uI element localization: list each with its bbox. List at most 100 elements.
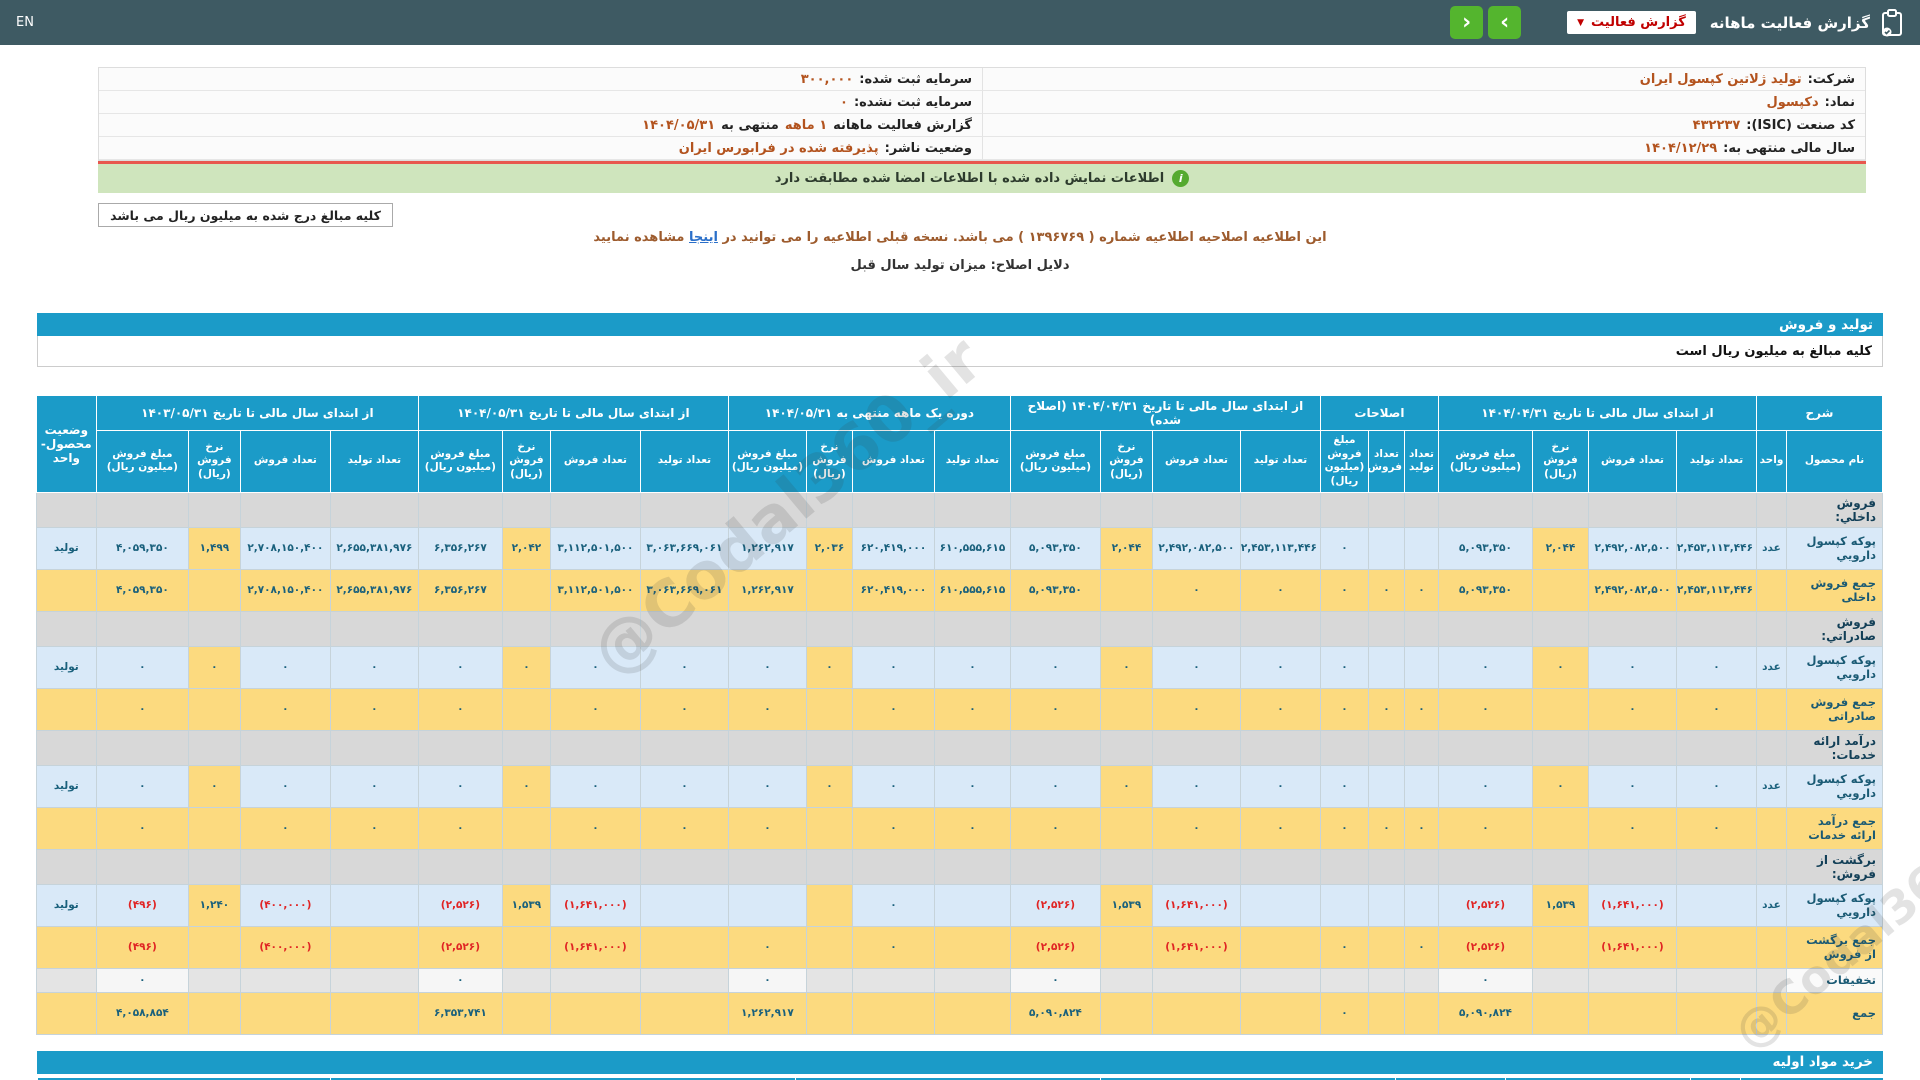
table-cell — [417, 610, 503, 647]
table-cell: ۰ — [417, 645, 503, 689]
amounts-unit-box: کلیه مبالغ درج شده به میلیون ریال می باش… — [98, 203, 393, 227]
table-cell — [187, 491, 241, 528]
product-status-cell — [35, 610, 97, 647]
info-label: وضعیت ناشر: — [884, 140, 972, 156]
table-cell: ۵,۰۹۳,۳۵۰ — [1437, 526, 1533, 570]
table-cell — [933, 883, 1011, 927]
table-cell — [933, 848, 1011, 885]
table-cell: ۰ — [1099, 645, 1153, 689]
table-cell — [805, 729, 853, 766]
table-cell — [1239, 967, 1321, 993]
table-cell — [1367, 848, 1405, 885]
table-cell — [1531, 967, 1589, 993]
table-cell — [1531, 729, 1589, 766]
table-cell — [1319, 729, 1369, 766]
table-cell — [805, 883, 853, 927]
table-cell: ۳,۱۱۲,۵۰۱,۵۰۰ — [549, 526, 641, 570]
table-row: پوکه کپسول دارويي عدد ۰ ۰ ۰ ۰ ۰ ۰ ۰ ۰ ۰ ۰ ۰ ۰ ۰ ۰ ۰ ۰ ۰ ۰ ۰ ۰… — [35, 645, 1883, 689]
report-type-label: گزارش فعالیت — [1591, 15, 1686, 30]
column-group-header: وضعیت محصول-واحد — [35, 395, 97, 493]
info-value: ۱ ماهه — [784, 117, 828, 133]
info-label: نماد: — [1824, 94, 1855, 110]
table-cell: (۱,۶۴۱,۰۰۰) — [1587, 883, 1677, 927]
table-cell: ۰ — [933, 806, 1011, 850]
column-group-header: از ابتدای سال مالی تا تاریخ ۱۴۰۳/۰۵/۳۱ — [95, 395, 419, 431]
table-cell — [639, 491, 729, 528]
table-row: پوکه کپسول دارويي عدد ۲,۴۵۳,۱۱۳,۴۴۶ ۲,۴۹۲,۰… — [35, 526, 1883, 570]
table-cell — [1151, 729, 1241, 766]
table-cell — [851, 848, 935, 885]
product-status-cell — [35, 729, 97, 766]
table-cell — [187, 568, 241, 612]
signature-notice-text: اطلاعات نمایش داده شده با اطلاعات امضا ش… — [774, 171, 1165, 186]
table-cell: ۰ — [501, 645, 551, 689]
next-report-button[interactable]: › — [1488, 6, 1522, 39]
table-cell — [639, 991, 729, 1035]
language-toggle-en[interactable]: EN — [16, 15, 34, 30]
table-cell: ۰ — [549, 645, 641, 689]
table-cell: ۶۲۰,۴۱۹,۰۰۰ — [851, 568, 935, 612]
table-cell — [1367, 526, 1405, 570]
info-right-cell: سال مالی منتهی به: ۱۴۰۴/۱۲/۲۹ — [982, 137, 1865, 160]
table-cell — [1151, 491, 1241, 528]
table-cell — [549, 967, 641, 993]
table-cell: (۲,۵۲۶) — [417, 925, 503, 969]
report-type-dropdown[interactable]: گزارش فعالیت ▼ — [1567, 11, 1696, 34]
table-cell — [1151, 610, 1241, 647]
product-status-cell: تولید — [35, 526, 97, 570]
info-right-cell: شرکت: تولید ژلاتین کپسول ایران — [982, 68, 1865, 91]
table-cell — [1403, 526, 1439, 570]
table-cell: ۰ — [727, 806, 807, 850]
column-header: تعداد تولید — [1403, 430, 1439, 493]
table-row: جمع ۵,۰۹۰,۸۲۴ ۰ ۵,۰۹۰,۸۲۴ ۱,۲۶۲,۹۱۷ ۶,۳۵۳,۷۴۱… — [35, 991, 1883, 1035]
product-status-cell — [35, 848, 97, 885]
table-cell: ۰ — [1009, 967, 1101, 993]
table-cell — [851, 967, 935, 993]
column-header: واحد — [1755, 430, 1788, 493]
table-cell: (۴۰۰,۰۰۰) — [239, 883, 331, 927]
table-cell — [1319, 610, 1369, 647]
product-name-cell: پوکه کپسول دارويي — [1786, 883, 1883, 927]
table-cell — [1531, 991, 1589, 1035]
previous-report-button[interactable]: ‹ — [1450, 6, 1484, 39]
table-cell: ۶,۳۵۶,۲۶۷ — [417, 568, 503, 612]
table-cell — [1099, 491, 1153, 528]
table-cell — [549, 848, 641, 885]
amendment-text-post: مشاهده نمایید — [593, 230, 690, 245]
amendment-notice: این اطلاعیه اصلاحیه اطلاعیه شماره ( ۱۳۹۶… — [0, 230, 1920, 245]
column-header: تعداد تولید — [1239, 430, 1321, 493]
table-cell: ۰ — [933, 687, 1011, 731]
column-header: نام محصول — [1786, 430, 1883, 493]
table-cell: ۰ — [1437, 806, 1533, 850]
table-cell: ۰ — [639, 687, 729, 731]
table-cell — [1403, 764, 1439, 808]
table-cell — [501, 568, 551, 612]
table-cell: (۲,۵۲۶) — [1437, 925, 1533, 969]
table-cell — [1437, 491, 1533, 528]
table-row: فروش صادراتي: — [35, 610, 1883, 647]
table-cell — [187, 610, 241, 647]
table-cell — [329, 991, 419, 1035]
column-group-header: دوره یک ماهه منتهی به ۱۴۰۴/۰۵/۳۱ — [727, 395, 1011, 431]
table-cell — [1367, 991, 1405, 1035]
table-cell — [1675, 925, 1757, 969]
table-cell — [1099, 925, 1153, 969]
table-cell: ۰ — [1151, 568, 1241, 612]
company-info-section: شرکت: تولید ژلاتین کپسول ایران سرمایه ثبت… — [98, 67, 1866, 193]
table-cell: ۱,۵۳۹ — [1099, 883, 1153, 927]
table-cell — [1755, 925, 1788, 969]
raw-materials-title-bar: خرید مواد اولیه — [37, 1050, 1883, 1074]
product-name-cell: جمع فروش داخلی — [1786, 568, 1883, 612]
table-cell: ۰ — [329, 764, 419, 808]
table-cell — [417, 491, 503, 528]
table-cell — [1099, 610, 1153, 647]
table-cell — [1009, 491, 1101, 528]
table-cell: ۶۱۰,۵۵۵,۶۱۵ — [933, 526, 1011, 570]
table-cell — [187, 806, 241, 850]
table-cell — [501, 610, 551, 647]
table-cell — [805, 568, 853, 612]
table-cell — [1755, 967, 1788, 993]
previous-version-link[interactable]: اینجا — [689, 230, 718, 245]
table-cell — [1239, 729, 1321, 766]
table-cell — [639, 967, 729, 993]
